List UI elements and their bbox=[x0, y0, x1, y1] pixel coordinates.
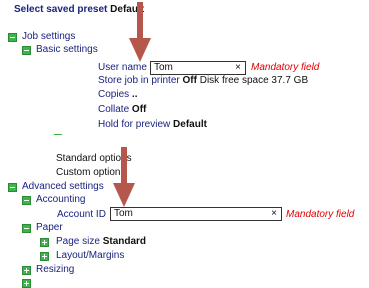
tree-item-layout-margins[interactable]: Layout/Margins bbox=[56, 250, 124, 262]
collapse-job-settings-icon[interactable] bbox=[8, 33, 17, 42]
hold-preview-row: Hold for preview Default bbox=[98, 119, 207, 130]
tree-item-resizing[interactable]: Resizing bbox=[36, 264, 74, 276]
user-name-value: Tom bbox=[154, 62, 173, 73]
tree-item-job-settings[interactable]: Job settings bbox=[22, 31, 75, 43]
user-name-mandatory: Mandatory field bbox=[251, 62, 320, 73]
hold-preview-value[interactable]: Default bbox=[173, 119, 207, 130]
copies-row: Copies .. bbox=[98, 89, 138, 100]
expand-page-size-icon[interactable] bbox=[40, 238, 49, 247]
tree-connector bbox=[54, 134, 62, 135]
collapse-basic-settings-icon[interactable] bbox=[22, 46, 31, 55]
account-id-mandatory: Mandatory field bbox=[286, 209, 355, 220]
collapse-accounting-icon[interactable] bbox=[22, 196, 31, 205]
tree-item-accounting[interactable]: Accounting bbox=[36, 194, 85, 206]
disk-free-space: Disk free space 37.7 GB bbox=[199, 75, 309, 86]
page-size-row[interactable]: Page size Standard bbox=[56, 236, 146, 248]
account-id-input[interactable]: Tom × bbox=[110, 207, 282, 221]
collate-row: Collate Off bbox=[98, 104, 147, 115]
clear-account-id-icon[interactable]: × bbox=[271, 208, 277, 220]
expand-resizing-icon[interactable] bbox=[22, 266, 31, 275]
tree-item-basic-settings[interactable]: Basic settings bbox=[36, 44, 98, 56]
store-job-value[interactable]: Off bbox=[183, 75, 197, 86]
annotation-arrow-down-icon bbox=[129, 2, 151, 62]
account-id-label: Account ID bbox=[57, 209, 106, 220]
expand-layout-margins-icon[interactable] bbox=[40, 252, 49, 261]
user-name-input[interactable]: Tom × bbox=[150, 61, 246, 75]
copies-value[interactable]: .. bbox=[132, 89, 138, 100]
expand-next-item-icon[interactable] bbox=[22, 279, 31, 288]
clear-user-name-icon[interactable]: × bbox=[235, 62, 241, 74]
tree-item-advanced-settings[interactable]: Advanced settings bbox=[22, 181, 104, 193]
account-id-value: Tom bbox=[114, 208, 133, 219]
page-size-value: Standard bbox=[102, 236, 147, 247]
collate-value[interactable]: Off bbox=[132, 104, 146, 115]
collapse-advanced-settings-icon[interactable] bbox=[8, 183, 17, 192]
store-job-row: Store job in printer Off Disk free space… bbox=[98, 75, 309, 86]
preset-label: Select saved preset Default bbox=[14, 4, 145, 15]
tree-item-paper[interactable]: Paper bbox=[36, 222, 63, 234]
collapse-paper-icon[interactable] bbox=[22, 224, 31, 233]
annotation-arrow-down-icon-2 bbox=[113, 147, 135, 207]
